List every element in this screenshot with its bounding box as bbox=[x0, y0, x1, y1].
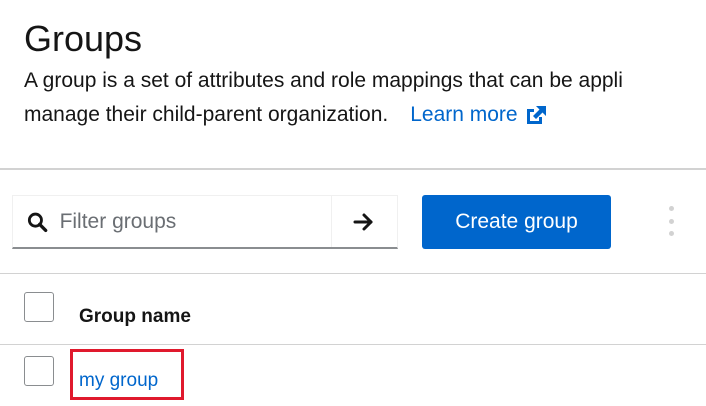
table-header-divider bbox=[0, 344, 706, 345]
description-line-2: manage their child-parent organization. L… bbox=[24, 98, 706, 132]
row-checkbox[interactable] bbox=[24, 356, 54, 386]
kebab-dot bbox=[668, 206, 674, 211]
toolbar-divider bbox=[0, 273, 706, 274]
learn-more-label: Learn more bbox=[410, 103, 518, 126]
page-title: Groups bbox=[24, 18, 143, 59]
external-link-icon bbox=[526, 106, 546, 124]
arrow-right-icon bbox=[353, 213, 373, 230]
kebab-dot bbox=[668, 218, 674, 224]
create-group-button[interactable]: Create group bbox=[422, 195, 611, 249]
kebab-menu-icon[interactable] bbox=[664, 206, 678, 236]
description-line-1: A group is a set of attributes and role … bbox=[24, 69, 623, 92]
header-divider bbox=[0, 168, 706, 170]
filter-groups-input[interactable] bbox=[47, 196, 331, 247]
group-name-link[interactable]: my group bbox=[79, 369, 158, 393]
page-description: A group is a set of attributes and role … bbox=[24, 64, 706, 132]
learn-more-link[interactable]: Learn more bbox=[410, 98, 547, 132]
select-all-checkbox[interactable] bbox=[24, 292, 54, 322]
filter-groups-search bbox=[12, 195, 398, 249]
search-submit-button[interactable] bbox=[330, 196, 397, 247]
search-icon bbox=[27, 212, 48, 232]
description-line-2-text: manage their child-parent organization. bbox=[24, 103, 389, 126]
groups-page: Groups A group is a set of attributes an… bbox=[0, 0, 706, 406]
kebab-dot bbox=[668, 231, 674, 236]
column-header-group-name[interactable]: Group name bbox=[79, 305, 191, 329]
